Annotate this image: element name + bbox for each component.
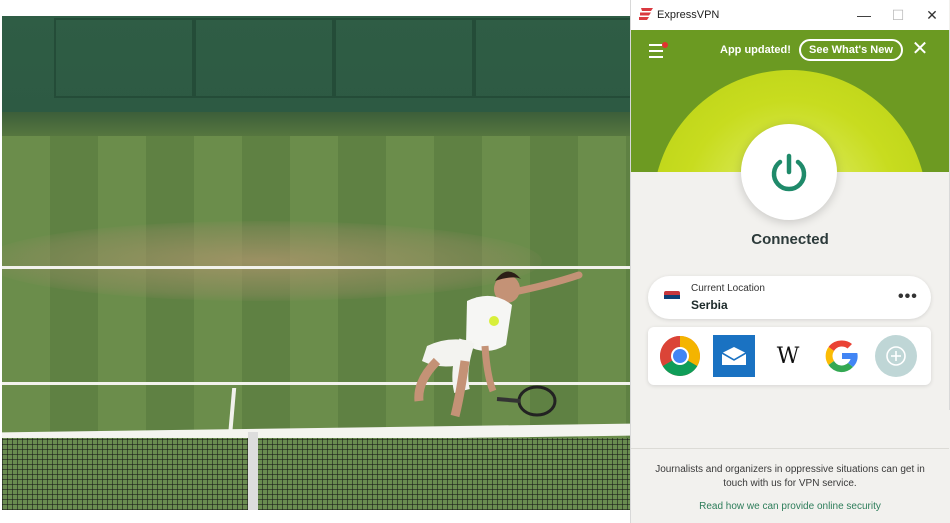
connection-status: Connected <box>751 231 829 248</box>
close-window-button[interactable]: ✕ <box>915 0 949 30</box>
wikipedia-icon: W <box>776 343 800 369</box>
wikipedia-shortcut[interactable]: W <box>767 335 809 377</box>
tennis-player <box>414 271 583 418</box>
location-value: Serbia <box>691 298 728 312</box>
power-button[interactable] <box>741 124 837 220</box>
location-picker[interactable]: Current Location Serbia ••• <box>648 276 931 319</box>
add-shortcut-button[interactable] <box>875 335 917 377</box>
footer-divider <box>631 448 949 449</box>
banner-close-icon[interactable]: ✕ <box>909 38 931 60</box>
google-icon <box>825 340 858 373</box>
serbia-flag-icon <box>664 291 680 303</box>
update-message: App updated! <box>720 44 791 56</box>
net-post <box>248 432 258 510</box>
google-shortcut[interactable] <box>821 335 863 377</box>
add-shortcut-icon <box>875 335 917 377</box>
video-player[interactable] <box>2 16 630 510</box>
update-banner: App updated! See What's New ✕ <box>631 30 949 70</box>
title-bar: ExpressVPN — ☐ ✕ <box>631 0 949 30</box>
stadium-back-wall <box>2 16 630 112</box>
mail-icon <box>713 335 755 377</box>
tennis-net <box>2 438 630 510</box>
location-label: Current Location <box>691 283 765 294</box>
chrome-icon <box>660 336 700 376</box>
notification-dot <box>662 42 668 48</box>
online-security-link[interactable]: Read how we can provide online security <box>631 501 949 512</box>
mail-shortcut[interactable] <box>713 335 755 377</box>
menu-icon[interactable] <box>649 42 668 58</box>
maximize-button[interactable]: ☐ <box>881 0 915 30</box>
footer-message: Journalists and organizers in oppressive… <box>655 464 925 489</box>
minimize-button[interactable]: — <box>847 0 881 30</box>
more-options-icon[interactable]: ••• <box>898 288 918 306</box>
expressvpn-window: ExpressVPN — ☐ ✕ App updated! See What's… <box>630 0 950 523</box>
expressvpn-logo <box>639 8 653 20</box>
chrome-shortcut[interactable] <box>659 335 701 377</box>
shortcuts-bar: W <box>648 327 931 385</box>
power-icon <box>771 153 807 192</box>
window-title: ExpressVPN <box>657 9 720 21</box>
see-whats-new-button[interactable]: See What's New <box>799 39 903 61</box>
